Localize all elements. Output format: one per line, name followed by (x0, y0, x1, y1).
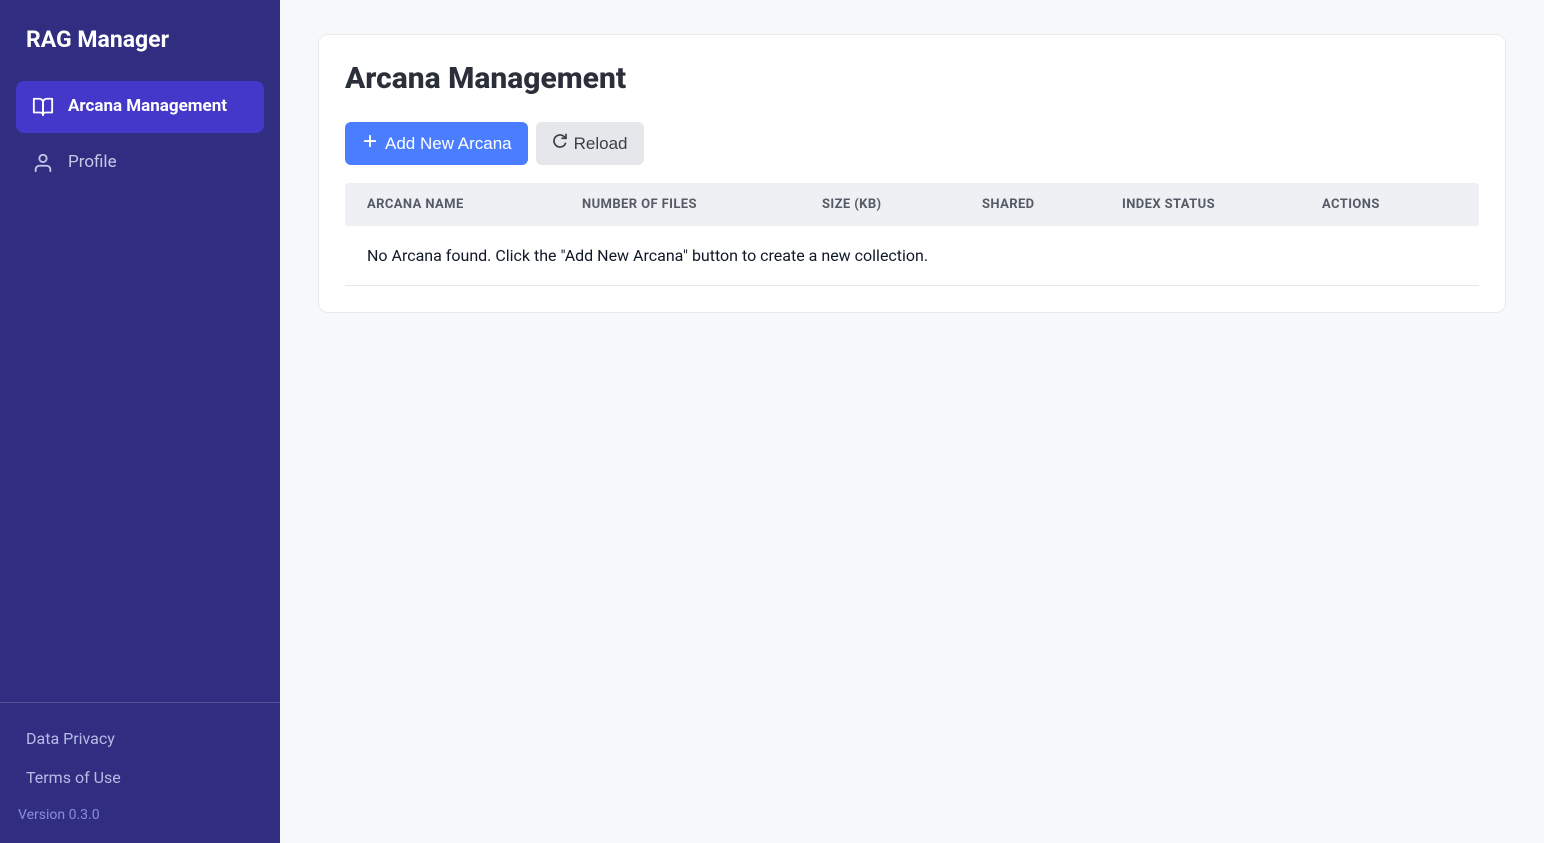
version-label: Version 0.3.0 (0, 797, 280, 829)
plus-icon (361, 132, 379, 155)
column-header-index-status: Index Status (1100, 197, 1300, 212)
arcana-table: Arcana Name Number of Files Size (KB) Sh… (345, 183, 1479, 286)
column-header-actions: Actions (1300, 197, 1440, 212)
sidebar-item-profile[interactable]: Profile (16, 137, 264, 189)
add-new-arcana-button[interactable]: Add New Arcana (345, 122, 528, 165)
user-icon (32, 152, 54, 174)
reload-button[interactable]: Reload (536, 122, 644, 165)
page-title: Arcana Management (345, 61, 1479, 96)
sidebar-item-label: Profile (68, 151, 117, 175)
book-icon (32, 96, 54, 118)
table-header-row: Arcana Name Number of Files Size (KB) Sh… (345, 183, 1479, 226)
sidebar-item-label: Arcana Management (68, 95, 227, 119)
column-header-size: Size (KB) (800, 197, 960, 212)
footer-link-terms-of-use[interactable]: Terms of Use (0, 758, 280, 797)
button-label: Reload (574, 134, 628, 154)
table-empty-message: No Arcana found. Click the "Add New Arca… (345, 226, 1479, 286)
main-content: Arcana Management Add New Arcana Reload … (280, 0, 1544, 843)
arcana-management-card: Arcana Management Add New Arcana Reload … (318, 34, 1506, 313)
sidebar-item-arcana-management[interactable]: Arcana Management (16, 81, 264, 133)
button-label: Add New Arcana (385, 134, 512, 154)
sidebar-footer: Data Privacy Terms of Use Version 0.3.0 (0, 702, 280, 843)
column-header-number-of-files: Number of Files (560, 197, 800, 212)
column-header-arcana-name: Arcana Name (345, 197, 560, 212)
app-title: RAG Manager (0, 0, 280, 81)
footer-link-data-privacy[interactable]: Data Privacy (0, 719, 280, 758)
sidebar-nav: Arcana Management Profile (0, 81, 280, 702)
column-header-shared: Shared (960, 197, 1100, 212)
toolbar: Add New Arcana Reload (345, 122, 1479, 165)
sidebar: RAG Manager Arcana Management Profile Da… (0, 0, 280, 843)
reload-icon (552, 133, 568, 154)
